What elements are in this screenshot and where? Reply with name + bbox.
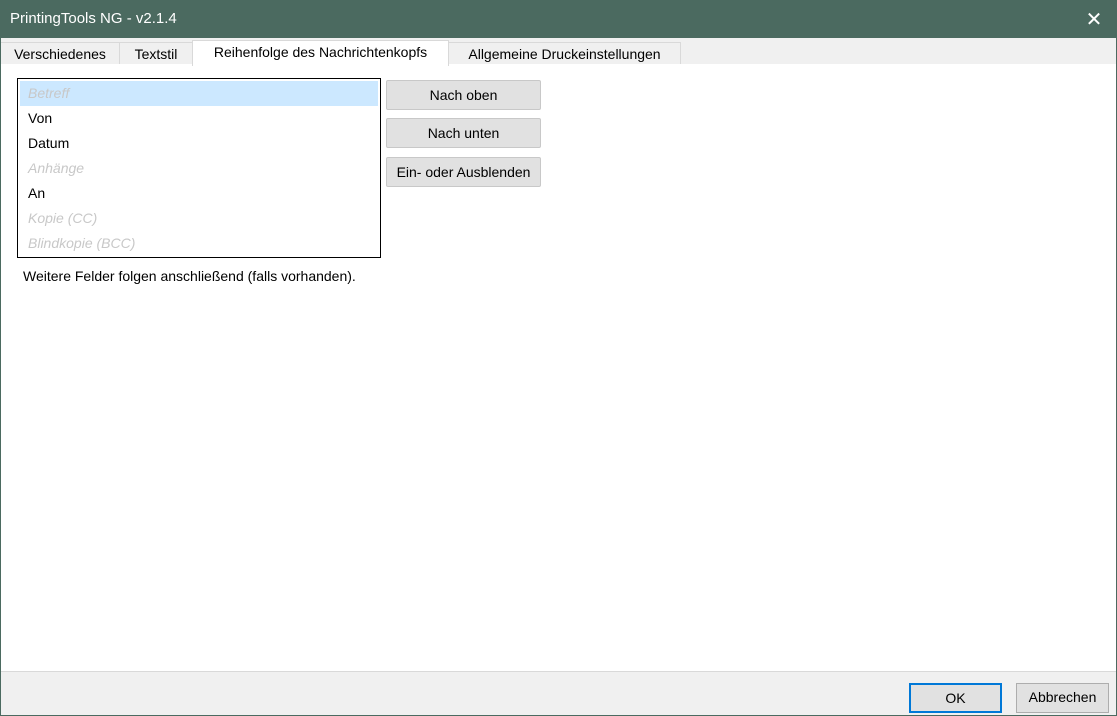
- info-note: Weitere Felder folgen anschließend (fall…: [23, 268, 356, 284]
- close-icon[interactable]: ✕: [1071, 0, 1117, 38]
- list-item[interactable]: An: [20, 181, 378, 206]
- list-item[interactable]: Betreff: [20, 81, 378, 106]
- list-item[interactable]: Blindkopie (BCC): [20, 231, 378, 256]
- header-order-list[interactable]: Betreff Von Datum Anhänge An Kopie (CC) …: [17, 78, 381, 258]
- tab-panel: Betreff Von Datum Anhänge An Kopie (CC) …: [1, 64, 1116, 672]
- list-item[interactable]: Kopie (CC): [20, 206, 378, 231]
- title-bar: PrintingTools NG - v2.1.4 ✕: [0, 0, 1117, 38]
- move-up-button[interactable]: Nach oben: [386, 80, 541, 110]
- move-down-button[interactable]: Nach unten: [386, 118, 541, 148]
- list-item[interactable]: Von: [20, 106, 378, 131]
- cancel-button[interactable]: Abbrechen: [1016, 683, 1109, 713]
- tab-reihenfolge[interactable]: Reihenfolge des Nachrichtenkopfs: [192, 40, 449, 66]
- dialog-body: Verschiedenes Textstil Reihenfolge des N…: [1, 38, 1116, 715]
- tab-textstil[interactable]: Textstil: [119, 42, 193, 65]
- list-item[interactable]: Anhänge: [20, 156, 378, 181]
- tab-verschiedenes[interactable]: Verschiedenes: [1, 42, 120, 65]
- toggle-visibility-button[interactable]: Ein- oder Ausblenden: [386, 157, 541, 187]
- tab-bar: Verschiedenes Textstil Reihenfolge des N…: [1, 40, 1116, 66]
- window-title: PrintingTools NG - v2.1.4: [10, 10, 177, 27]
- ok-button[interactable]: OK: [909, 683, 1002, 713]
- list-item[interactable]: Datum: [20, 131, 378, 156]
- tab-druckeinstellungen[interactable]: Allgemeine Druckeinstellungen: [448, 42, 681, 65]
